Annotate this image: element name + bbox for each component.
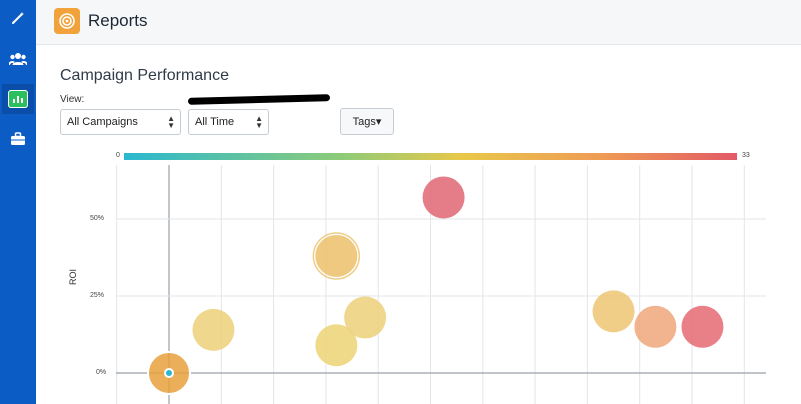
page-header: Reports	[36, 0, 801, 45]
data-bubble	[344, 296, 387, 339]
data-bubble	[592, 290, 635, 333]
data-bubble	[192, 308, 235, 351]
data-bubble	[634, 305, 677, 348]
sidebar	[0, 0, 36, 404]
data-bubble	[681, 305, 724, 348]
selected-point-inner	[166, 370, 172, 376]
page-title: Reports	[88, 11, 148, 30]
users-icon[interactable]	[2, 44, 34, 74]
data-bubble	[315, 234, 358, 277]
reports-target-icon	[54, 8, 80, 34]
briefcase-icon[interactable]	[2, 124, 34, 154]
roi-bubble-chart	[116, 165, 766, 404]
chart-icon[interactable]	[2, 84, 34, 114]
magic-wand-icon[interactable]	[2, 3, 34, 33]
data-bubble	[422, 176, 465, 219]
